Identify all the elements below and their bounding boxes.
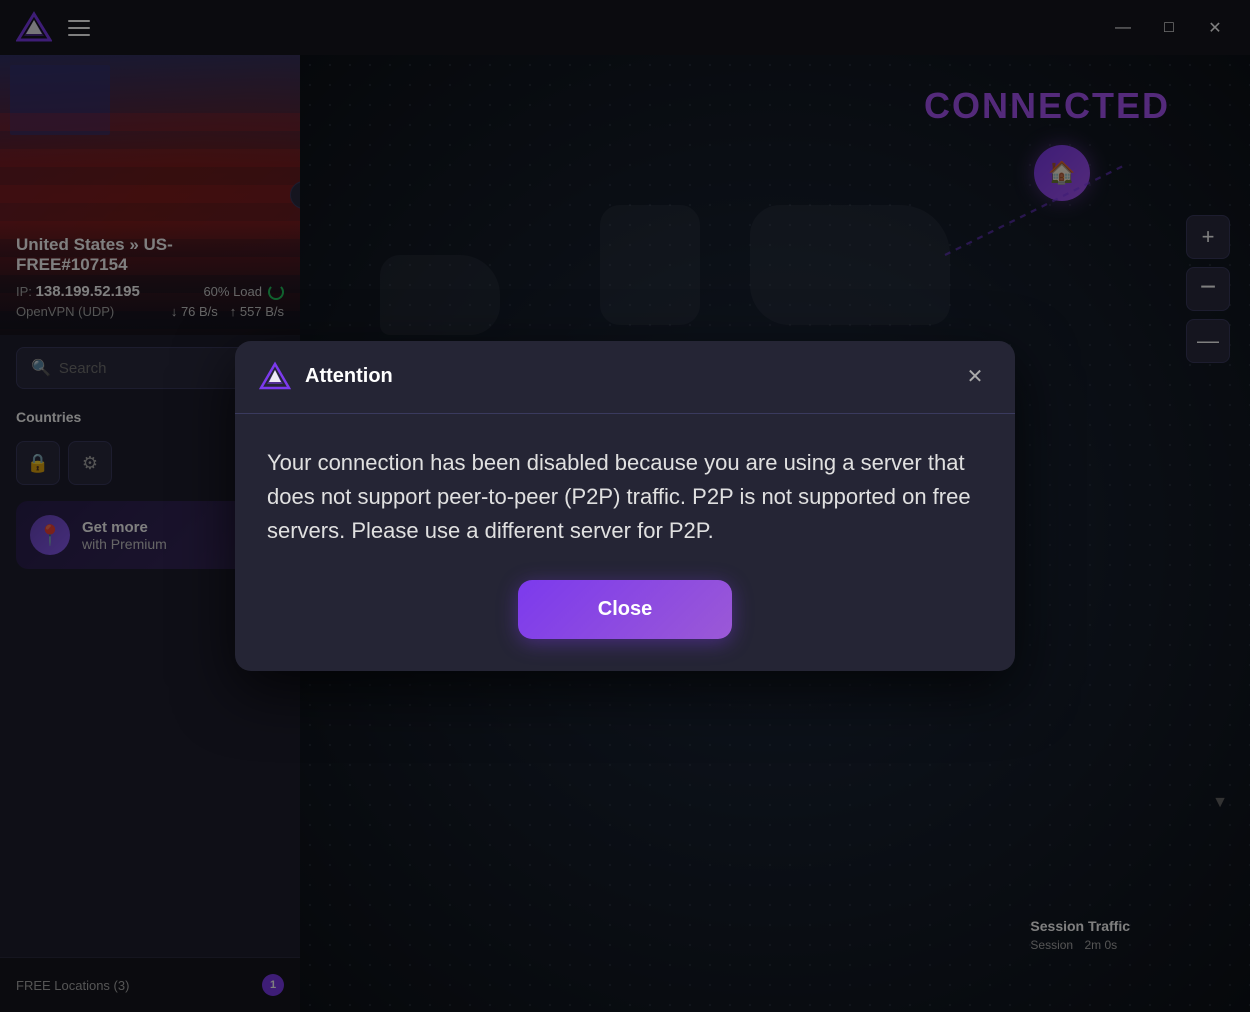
dialog-close-action-button[interactable]: Close [518,580,732,639]
attention-dialog: Attention ✕ Your connection has been dis… [235,341,1015,671]
dialog-body: Your connection has been disabled becaus… [235,414,1015,572]
dialog-footer: Close [235,572,1015,671]
dialog-title: Attention [305,365,945,388]
modal-overlay: Attention ✕ Your connection has been dis… [0,0,1250,1012]
dialog-message: Your connection has been disabled becaus… [267,446,983,548]
dialog-header: Attention ✕ [235,341,1015,414]
dialog-close-button[interactable]: ✕ [959,361,991,393]
dialog-logo-icon [259,361,291,393]
app-window: — □ ✕ United States » US-FREE#107154 IP: [0,0,1250,1012]
